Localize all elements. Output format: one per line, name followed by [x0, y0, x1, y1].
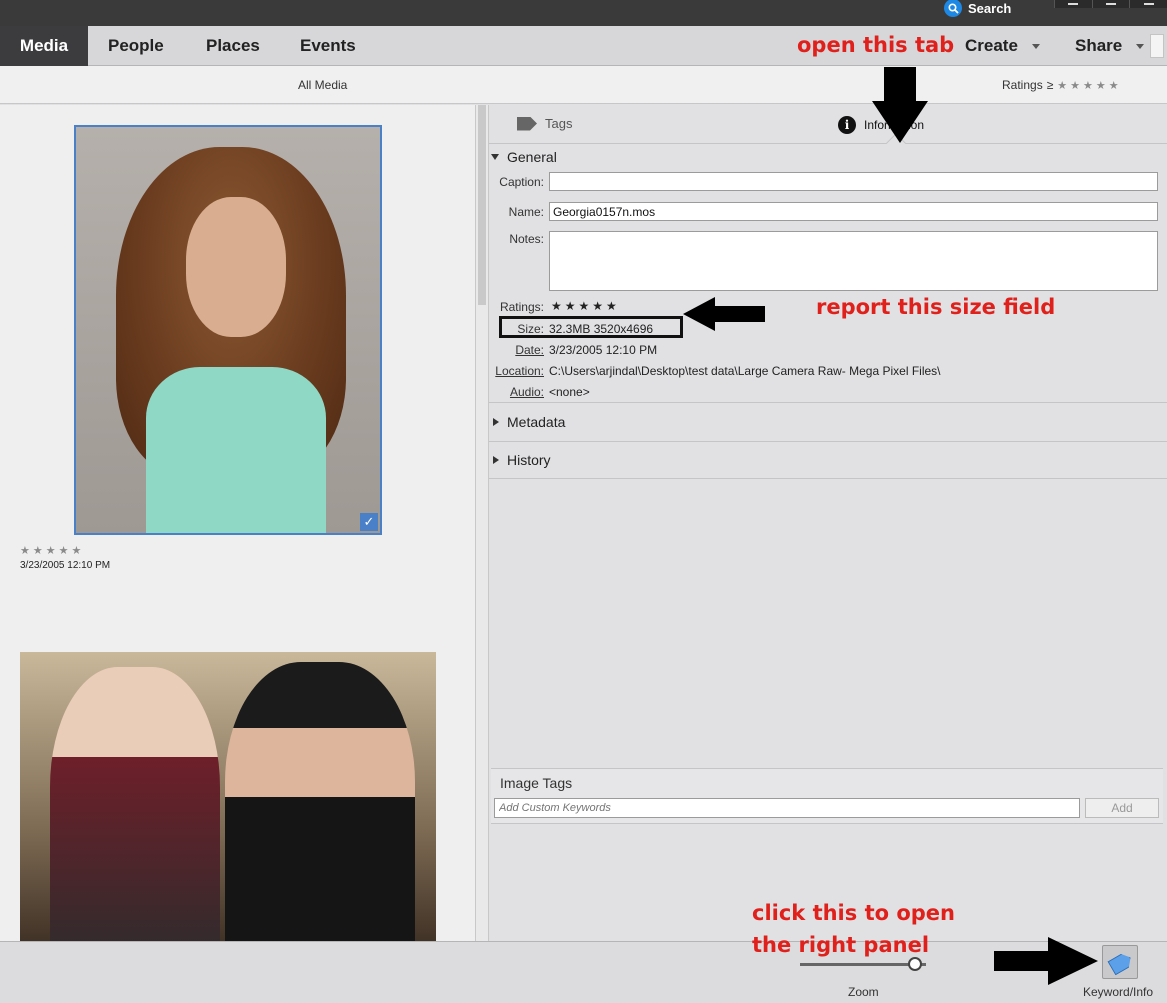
media-grid: ✓ ★★★★★ 3/23/2005 12:10 PM — [0, 105, 475, 941]
history-section-header[interactable]: History — [489, 452, 1167, 468]
create-menu[interactable]: Create — [965, 26, 1040, 66]
custom-keywords-field[interactable] — [494, 798, 1080, 818]
ratings-label: Ratings: — [499, 300, 544, 314]
tab-people[interactable]: People — [108, 26, 164, 66]
date-label[interactable]: Date: — [489, 343, 544, 357]
notes-field[interactable] — [549, 231, 1158, 291]
sub-bar: All Media Ratings ≥ ★★★★★ — [0, 66, 1167, 104]
star-rating-icon[interactable]: ★★★★★ — [1057, 79, 1121, 92]
maximize-icon[interactable] — [1091, 0, 1130, 8]
caption-field[interactable] — [549, 172, 1158, 191]
share-label: Share — [1075, 36, 1123, 55]
checkmark-icon[interactable]: ✓ — [360, 513, 378, 531]
annotation-click-line-1: click this to open — [752, 901, 955, 925]
tab-tags[interactable]: Tags — [517, 116, 572, 131]
zoom-label: Zoom — [848, 985, 879, 999]
grid-scrollbar[interactable] — [475, 105, 489, 941]
close-icon[interactable] — [1129, 0, 1167, 8]
chevron-down-icon — [1031, 44, 1040, 50]
tab-media[interactable]: Media — [0, 26, 88, 66]
expand-icon — [493, 418, 499, 426]
thumbnail-date: 3/23/2005 12:10 PM — [20, 560, 111, 571]
search-button[interactable]: Search — [944, 0, 1012, 17]
media-thumbnail[interactable]: ✓ — [74, 125, 382, 535]
panel-tabs: Tags i Information — [489, 105, 1167, 153]
search-icon — [944, 0, 962, 17]
tag-icon — [517, 116, 537, 131]
notes-label: Notes: — [509, 232, 544, 246]
size-label: Size: — [517, 322, 544, 336]
location-label[interactable]: Location: — [489, 364, 544, 378]
zoom-slider-handle[interactable] — [908, 957, 922, 971]
keyword-info-button[interactable] — [1102, 945, 1138, 979]
name-label: Name: — [508, 205, 544, 219]
minimize-icon[interactable] — [1054, 0, 1092, 8]
name-field[interactable]: Georgia0157n.mos — [549, 202, 1158, 221]
info-panel: Tags i Information General Caption: Name… — [489, 105, 1167, 941]
arrow-right-icon — [994, 937, 1098, 985]
annotation-open-tab: open this tab — [797, 33, 955, 57]
expand-icon — [493, 456, 499, 464]
share-menu[interactable]: Share — [1075, 26, 1145, 66]
size-value: 32.3MB 3520x4696 — [549, 322, 654, 336]
window-controls — [1054, 0, 1167, 8]
title-bar: Search — [0, 0, 1167, 26]
date-value: 3/23/2005 12:10 PM — [549, 343, 658, 357]
keyword-info-label: Keyword/Info — [1083, 985, 1154, 999]
audio-value: <none> — [549, 385, 590, 399]
image-tags-section: Image Tags Add — [491, 768, 1163, 824]
search-label: Search — [968, 0, 1012, 16]
add-keyword-button[interactable]: Add — [1085, 798, 1159, 818]
location-value: C:\Users\arjindal\Desktop\test data\Larg… — [549, 364, 941, 378]
custom-keywords-input[interactable] — [495, 799, 1079, 817]
bottom-bar: Zoom Keyword/Info — [0, 941, 1167, 1003]
chevron-down-icon — [1136, 44, 1145, 50]
create-label: Create — [965, 36, 1018, 55]
image-tags-title: Image Tags — [500, 775, 573, 791]
annotation-click-line-2: the right panel — [752, 933, 930, 957]
ratings-filter[interactable]: Ratings ≥ ★★★★★ — [1002, 78, 1122, 92]
audio-label[interactable]: Audio: — [489, 385, 544, 399]
tab-places[interactable]: Places — [206, 26, 260, 66]
star-rating-icon[interactable]: ★★★★★ — [20, 544, 84, 557]
arrow-down-icon — [872, 67, 928, 143]
general-section-header[interactable]: General — [489, 149, 1167, 165]
ratings-label: Ratings — [1002, 78, 1043, 92]
collapse-icon — [491, 154, 499, 160]
tag-icon — [1107, 951, 1134, 976]
tab-events[interactable]: Events — [300, 26, 356, 66]
all-media-label[interactable]: All Media — [298, 78, 347, 92]
nav-scrollbar[interactable] — [1150, 34, 1164, 58]
metadata-section-header[interactable]: Metadata — [489, 414, 1167, 430]
info-icon: i — [838, 116, 856, 134]
annotation-report-size: report this size field — [816, 295, 1056, 319]
ratings-operator: ≥ — [1046, 78, 1054, 92]
main-nav: Media People Places Events Create Share — [0, 26, 1167, 66]
star-rating-icon[interactable]: ★★★★★ — [551, 299, 620, 313]
caption-label: Caption: — [499, 175, 544, 189]
arrow-left-icon — [683, 297, 765, 331]
media-thumbnail[interactable] — [20, 652, 436, 941]
